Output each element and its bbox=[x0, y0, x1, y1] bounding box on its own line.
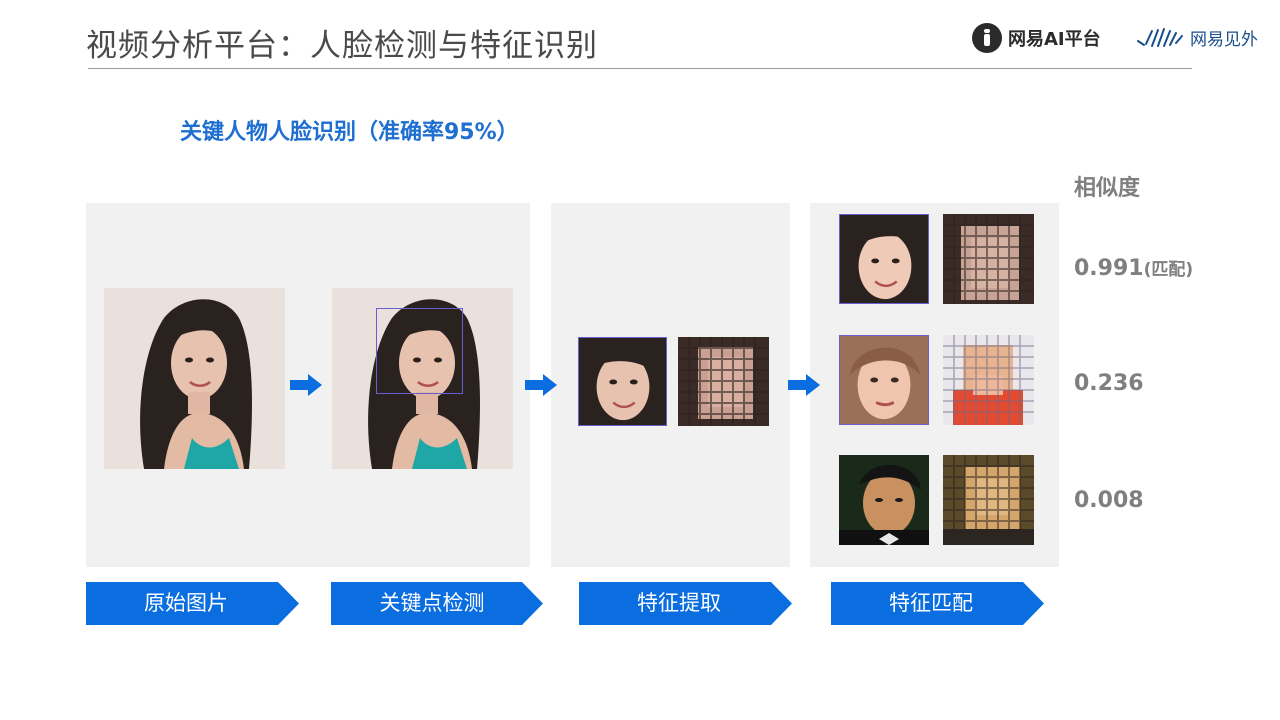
netease-jianwai-logo-text: 网易见外 bbox=[1190, 30, 1258, 50]
similarity-score: 0.991 bbox=[1074, 256, 1144, 281]
step-original-image: 原始图片 bbox=[86, 582, 299, 625]
face-image bbox=[839, 455, 929, 545]
step-feature-matching: 特征匹配 bbox=[831, 582, 1044, 625]
similarity-score: 0.008 bbox=[1074, 488, 1144, 513]
cropped-face bbox=[578, 337, 667, 426]
step-feature-extraction: 特征提取 bbox=[579, 582, 792, 625]
step-label: 特征提取 bbox=[637, 591, 721, 615]
face-image bbox=[840, 215, 928, 303]
match-face-3 bbox=[839, 455, 929, 545]
mosaic-image bbox=[943, 214, 1034, 304]
match-mosaic-2 bbox=[943, 335, 1034, 425]
portrait-image bbox=[104, 288, 285, 469]
mosaic-image bbox=[943, 455, 1034, 545]
match-mosaic-3 bbox=[943, 455, 1034, 545]
step-keypoint-detection: 关键点检测 bbox=[331, 582, 543, 625]
keypoint-detection-photo bbox=[332, 288, 513, 469]
similarity-note: (匹配) bbox=[1143, 260, 1194, 280]
similarity-value-2: 0.236 bbox=[1074, 371, 1144, 396]
face-detection-box bbox=[376, 308, 463, 394]
title-divider bbox=[88, 68, 1192, 69]
match-face-1 bbox=[839, 214, 929, 304]
step-label: 特征匹配 bbox=[889, 591, 973, 615]
step-label: 原始图片 bbox=[144, 591, 228, 615]
face-image bbox=[579, 338, 666, 425]
similarity-value-1: 0.991(匹配) bbox=[1074, 255, 1193, 281]
feature-mosaic bbox=[678, 337, 769, 426]
match-face-2 bbox=[839, 335, 929, 425]
wave-logo-icon bbox=[1137, 27, 1183, 47]
right-arrow-icon bbox=[525, 374, 557, 396]
netease-ai-logo-text: 网易AI平台 bbox=[1008, 29, 1101, 50]
similarity-score: 0.236 bbox=[1074, 371, 1144, 396]
match-mosaic-1 bbox=[943, 214, 1034, 304]
netease-ai-logo: 网易AI平台 bbox=[972, 23, 1101, 53]
section-subtitle: 关键人物人脸识别（准确率95%） bbox=[180, 120, 519, 145]
netease-ai-logo-icon bbox=[972, 23, 1002, 53]
right-arrow-icon bbox=[290, 374, 322, 396]
step-label: 关键点检测 bbox=[379, 591, 485, 615]
similarity-heading: 相似度 bbox=[1074, 176, 1141, 201]
mosaic-image bbox=[678, 337, 769, 426]
page-title: 视频分析平台：人脸检测与特征识别 bbox=[86, 28, 598, 64]
netease-jianwai-logo: 网易见外 bbox=[1136, 25, 1258, 50]
original-photo bbox=[104, 288, 285, 469]
face-image bbox=[840, 336, 928, 424]
similarity-value-3: 0.008 bbox=[1074, 488, 1144, 513]
right-arrow-icon bbox=[788, 374, 820, 396]
mosaic-image bbox=[943, 335, 1034, 425]
